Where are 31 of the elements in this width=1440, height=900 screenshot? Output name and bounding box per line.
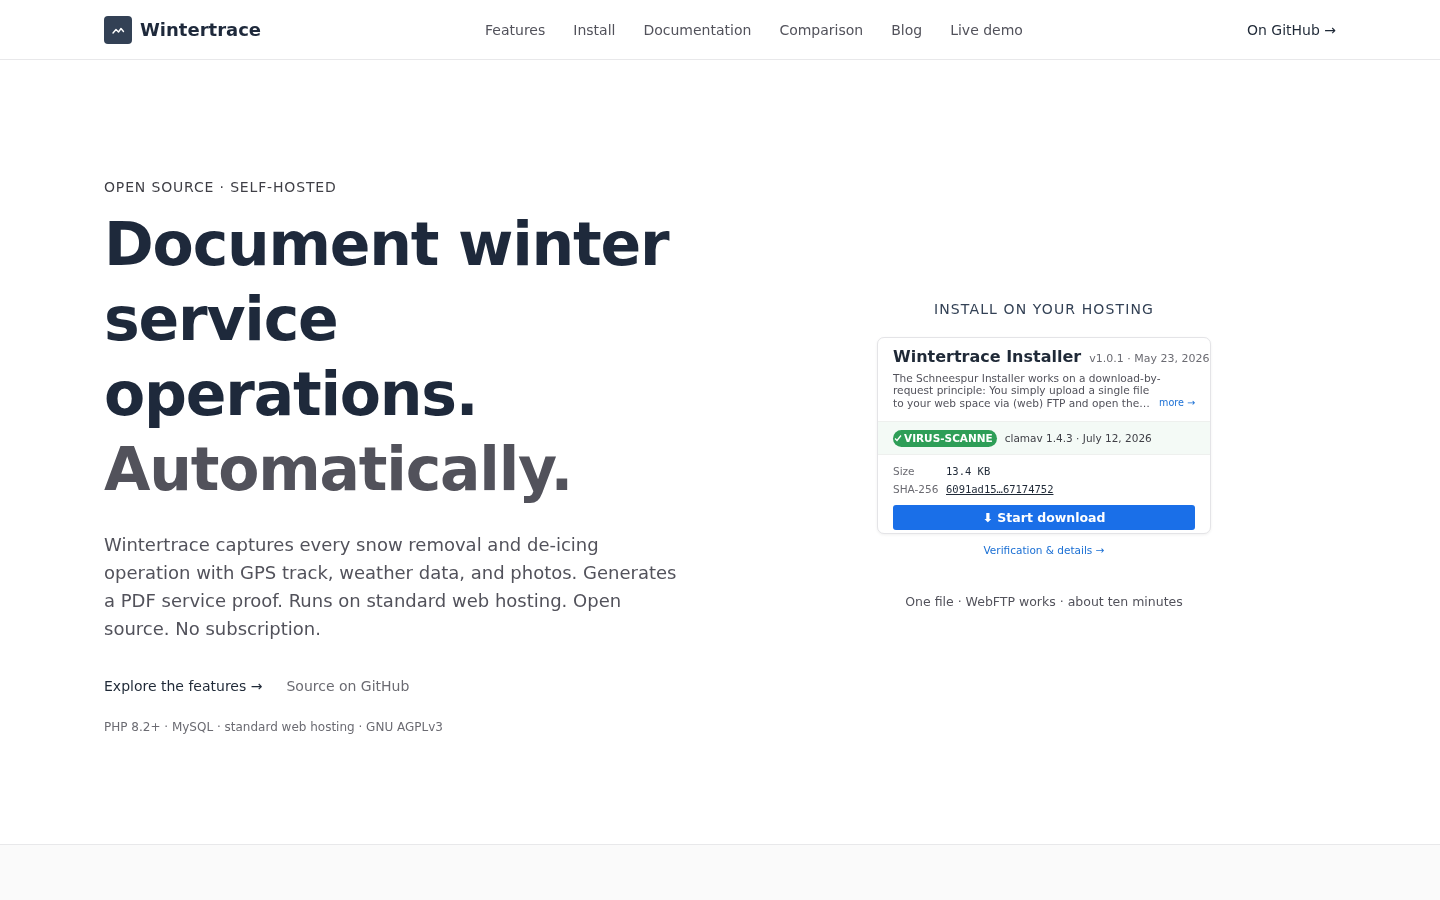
nav-link[interactable]: Blog bbox=[891, 21, 923, 38]
github-link[interactable]: On GitHub → bbox=[1246, 21, 1336, 38]
nav-link[interactable]: Comparison bbox=[779, 21, 864, 38]
lead-paragraph: Wintertrace captures every snow removal and de-icing operation with GPS track, weather data, and photos. Generates a PDF service proof. Runs on standard web hosting. Open source. No subscription. bbox=[104, 532, 678, 641]
nav-link[interactable]: Live demo bbox=[950, 21, 1023, 38]
github-source-link[interactable]: Source on GitHub bbox=[286, 675, 410, 696]
download-button[interactable]: ⬇ Start download bbox=[893, 505, 1195, 531]
eyebrow-text: OPEN SOURCE · SELF-HOSTED bbox=[104, 177, 338, 197]
field-value: 13.4 KB bbox=[946, 464, 991, 480]
field-label: Size bbox=[893, 464, 916, 480]
verification-link[interactable]: Verification & details → bbox=[983, 543, 1105, 558]
tick-icon bbox=[894, 434, 902, 443]
field-label: SHA-256 bbox=[893, 482, 940, 498]
hash-link[interactable]: 6091ad15…67174752 bbox=[946, 480, 1054, 499]
nav-link[interactable]: Documentation bbox=[643, 21, 752, 38]
headline-accent: Automatically. bbox=[104, 432, 574, 506]
brand-name: Wintertrace bbox=[140, 19, 262, 40]
nav-link[interactable]: Features bbox=[485, 21, 546, 38]
nav-link[interactable]: Install bbox=[573, 21, 616, 38]
badge-label: VIRUS-SCANNE bbox=[904, 432, 993, 445]
installer-description: The Schneespur Installer works on a download-by-request principle: You simply upload a single file to your web space via (web) FTP and open the… bbox=[893, 371, 1161, 410]
installer-title: Wintertrace Installer bbox=[893, 346, 1082, 367]
version-text: v1.0.1 · May 23, 2026 bbox=[1089, 351, 1210, 365]
install-note: One file · WebFTP works · about ten minutes bbox=[905, 593, 1183, 612]
more-link[interactable]: more → bbox=[1159, 396, 1195, 410]
headline: Document winter service operations. bbox=[104, 207, 671, 431]
tech-stack-text: PHP 8.2+ · MySQL · standard web hosting · GNU AGPLv3 bbox=[104, 718, 444, 736]
zigzag-logo-icon bbox=[104, 15, 132, 44]
features-link[interactable]: Explore the features → bbox=[104, 675, 263, 696]
install-heading: INSTALL ON YOUR HOSTING bbox=[934, 299, 1154, 319]
scan-details: clamav 1.4.3 · July 12, 2026 bbox=[1004, 432, 1152, 445]
